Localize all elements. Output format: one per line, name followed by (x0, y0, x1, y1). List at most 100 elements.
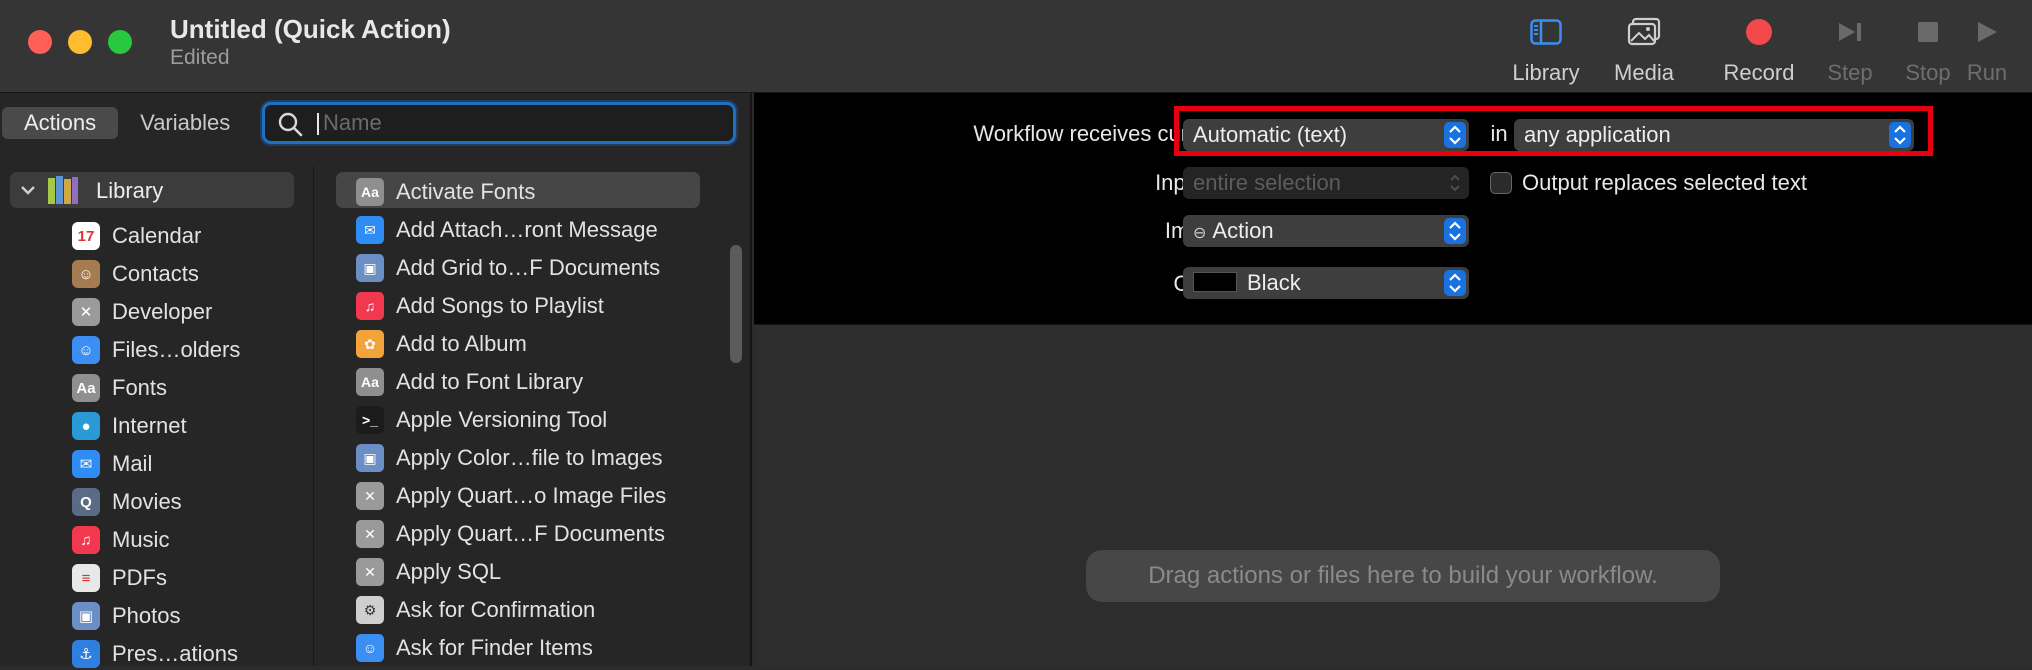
mail-icon: ✉ (72, 450, 100, 478)
window-title: Untitled (Quick Action) (170, 14, 451, 44)
record-icon (1709, 14, 1809, 50)
action-item[interactable]: ✕ Apply Quart…F Documents (356, 516, 716, 550)
action-item[interactable]: >_ Apple Versioning Tool (356, 402, 716, 436)
action-item[interactable]: Aa Add to Font Library (356, 364, 716, 398)
library-category[interactable]: ✕ Developer (70, 294, 310, 328)
music-icon: ♫ (356, 292, 384, 320)
library-category[interactable]: Aa Fonts (70, 370, 310, 404)
category-label: Developer (112, 299, 213, 324)
workflow-pane: Workflow receives current Automatic (tex… (754, 93, 2032, 666)
finder-icon: ☺ (356, 634, 384, 662)
library-category[interactable]: ● Internet (70, 408, 310, 442)
mail-icon: ✉ (356, 216, 384, 244)
tools-icon: ✕ (72, 298, 100, 326)
tab-actions[interactable]: Actions (2, 107, 119, 139)
library-category[interactable]: Q Movies (70, 484, 310, 518)
minimize-window-button[interactable] (68, 30, 92, 54)
actions-variables-segmented-control: Actions Variables (2, 107, 252, 139)
action-list-scrollbar[interactable] (728, 153, 744, 666)
category-label: Contacts (112, 261, 199, 286)
photos-app-icon: ✿ (356, 330, 384, 358)
action-item[interactable]: ☺ Ask for Finder Items (356, 630, 716, 664)
action-item[interactable]: Aa Activate Fonts (356, 174, 716, 208)
tab-variables[interactable]: Variables (118, 107, 252, 139)
sidebar-icon (1496, 14, 1596, 50)
action-label: Ask for Finder Items (396, 635, 593, 660)
chevron-updown-icon (1444, 218, 1466, 244)
action-item[interactable]: ▣ Add Grid to…F Documents (356, 250, 716, 284)
search-input[interactable] (321, 108, 721, 138)
library-category[interactable]: ♫ Music (70, 522, 310, 556)
chevron-down-icon (21, 186, 35, 195)
text-cursor (317, 113, 319, 135)
color-label: Color (814, 271, 1226, 297)
output-replaces-checkbox[interactable] (1490, 172, 1512, 194)
title-bar: Untitled (Quick Action) Edited Library M… (0, 0, 2032, 93)
input-is-value: entire selection (1193, 170, 1341, 195)
preview-icon: ▣ (356, 444, 384, 472)
action-item[interactable]: ✕ Apply Quart…o Image Files (356, 478, 716, 512)
scrollbar-thumb[interactable] (730, 245, 742, 363)
image-value: Action (1212, 218, 1274, 243)
fonts-icon: Aa (356, 368, 384, 396)
contacts-icon: ☺ (72, 260, 100, 288)
library-category[interactable]: ☺ Files…olders (70, 332, 310, 366)
action-item[interactable]: ⚙ Ask for Confirmation (356, 592, 716, 626)
tools-icon: ✕ (356, 558, 384, 586)
action-label: Add Songs to Playlist (396, 293, 604, 318)
drop-zone-hint: Drag actions or files here to build your… (1086, 550, 1720, 602)
toolbar-run-label: Run (1966, 60, 2008, 85)
music-icon: ♫ (72, 526, 100, 554)
library-category[interactable]: ☺ Contacts (70, 256, 310, 290)
library-category[interactable]: ≡ PDFs (70, 560, 310, 594)
window-subtitle: Edited (170, 46, 230, 69)
library-category[interactable]: ▣ Photos (70, 598, 310, 632)
color-popup[interactable]: Black (1183, 267, 1469, 299)
toolbar-run-button[interactable]: Run (1954, 10, 2020, 88)
output-replaces-label: Output replaces selected text (1522, 170, 1807, 195)
zoom-window-button[interactable] (108, 30, 132, 54)
library-category[interactable]: ✉ Mail (70, 446, 310, 480)
image-popup[interactable]: ⊖ Action (1183, 215, 1469, 247)
action-item[interactable]: ✉ Add Attach…ront Message (356, 212, 716, 246)
search-field[interactable] (262, 102, 736, 144)
category-label: Pres…ations (112, 641, 238, 666)
category-label: Files…olders (112, 337, 241, 362)
toolbar-media-label: Media (1614, 60, 1674, 85)
toolbar-library-button[interactable]: Library (1496, 10, 1596, 88)
category-label: Photos (112, 603, 181, 628)
category-label: Calendar (112, 223, 202, 248)
library-pane: Actions Variables Library 17 Calendar ☺ Con… (0, 93, 752, 668)
tools-icon: ✕ (356, 520, 384, 548)
library-category[interactable]: ⚓ Pres…ations (70, 636, 310, 670)
action-image-icon: ⊖ (1193, 225, 1207, 242)
category-label: Movies (112, 489, 182, 514)
action-label: Add Grid to…F Documents (396, 255, 661, 280)
preview-icon: ▣ (72, 602, 100, 630)
workflow-receives-label: Workflow receives current (973, 121, 1226, 146)
action-label: Apply Color…file to Images (396, 445, 663, 470)
fonts-icon: Aa (356, 178, 384, 206)
pdf-icon: ≡ (72, 564, 100, 592)
action-item[interactable]: ✕ Apply SQL (356, 554, 716, 588)
image-label: Image (814, 218, 1226, 244)
finder-icon: ☺ (72, 336, 100, 364)
action-list: Aa Activate Fonts ✉ Add Attach…ront Message… (316, 166, 722, 666)
color-swatch (1193, 272, 1237, 293)
action-item[interactable]: ♫ Add Songs to Playlist (356, 288, 716, 322)
preview-icon: ▣ (356, 254, 384, 282)
action-label: Activate Fonts (396, 179, 536, 204)
annotation-highlight-box (1174, 106, 1933, 156)
input-is-popup[interactable]: entire selection (1183, 167, 1469, 199)
close-window-button[interactable] (28, 30, 52, 54)
calendar-icon: 17 (72, 222, 100, 250)
action-item[interactable]: ✿ Add to Album (356, 326, 716, 360)
workflow-settings: Workflow receives current Automatic (tex… (754, 93, 2032, 325)
library-books-icon (48, 176, 78, 204)
quicktime-icon: Q (72, 488, 100, 516)
library-row[interactable]: Library (10, 172, 294, 208)
toolbar-media-button[interactable]: Media (1594, 10, 1694, 88)
globe-icon: ● (72, 412, 100, 440)
library-category[interactable]: 17 Calendar (70, 218, 310, 252)
action-item[interactable]: ▣ Apply Color…file to Images (356, 440, 716, 474)
